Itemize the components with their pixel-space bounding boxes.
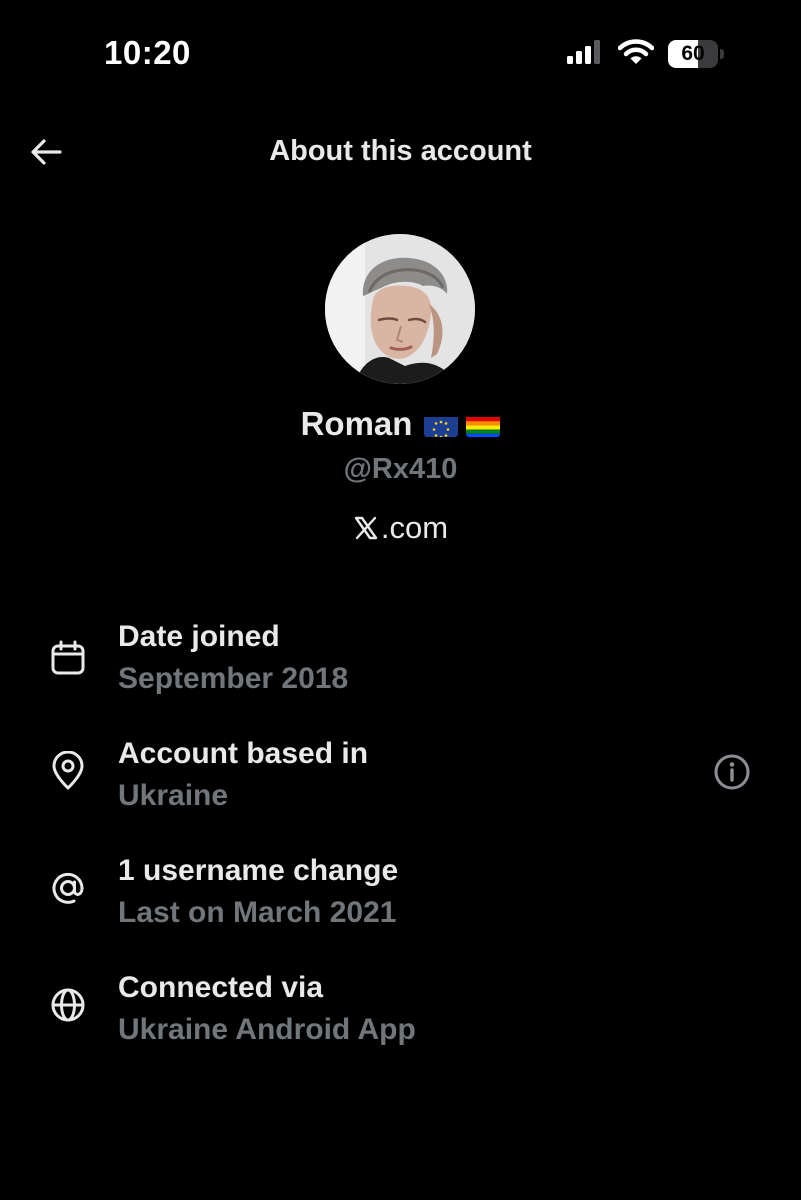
status-bar: 10:20 60 (0, 0, 801, 100)
top-nav-bar: About this account (0, 118, 801, 188)
detail-label: 1 username change (118, 854, 399, 887)
location-pin-icon (46, 749, 90, 793)
site-link[interactable]: .com (0, 510, 801, 546)
detail-value: September 2018 (118, 662, 349, 695)
display-name-row: Roman (0, 405, 801, 443)
detail-value: Ukraine Android App (118, 1013, 416, 1046)
avatar[interactable] (325, 234, 475, 384)
globe-icon (46, 983, 90, 1027)
list-item-username-changes: 1 username change Last on March 2021 (0, 850, 801, 940)
cellular-signal-icon (566, 39, 604, 70)
user-handle: @Rx410 (343, 453, 458, 485)
battery-icon: 60 (668, 40, 724, 68)
detail-label: Account based in (118, 737, 369, 770)
status-time: 10:20 (104, 34, 191, 71)
detail-value: Ukraine (118, 779, 229, 812)
display-name: Roman (300, 405, 413, 442)
account-location-info-button[interactable] (710, 750, 754, 794)
site-label: .com (380, 510, 449, 545)
list-item-connected-via: Connected via Ukraine Android App (0, 967, 801, 1057)
battery-level: 60 (681, 42, 705, 65)
detail-label: Date joined (118, 620, 280, 653)
detail-label: Connected via (118, 971, 324, 1004)
x-logo-icon (354, 516, 378, 540)
avatar-photo (325, 234, 475, 384)
eu-flag-emoji (424, 412, 459, 437)
list-item-date-joined: Date joined September 2018 (0, 616, 801, 706)
calendar-icon (46, 636, 90, 680)
page-title: About this account (269, 135, 532, 167)
at-sign-icon (46, 866, 90, 910)
rainbow-flag-emoji (466, 412, 501, 437)
info-icon (714, 754, 750, 790)
detail-value: Last on March 2021 (118, 896, 397, 929)
wifi-icon (617, 38, 655, 71)
list-item-account-based-in: Account based in Ukraine (0, 733, 801, 823)
status-indicators: 60 (566, 38, 724, 70)
